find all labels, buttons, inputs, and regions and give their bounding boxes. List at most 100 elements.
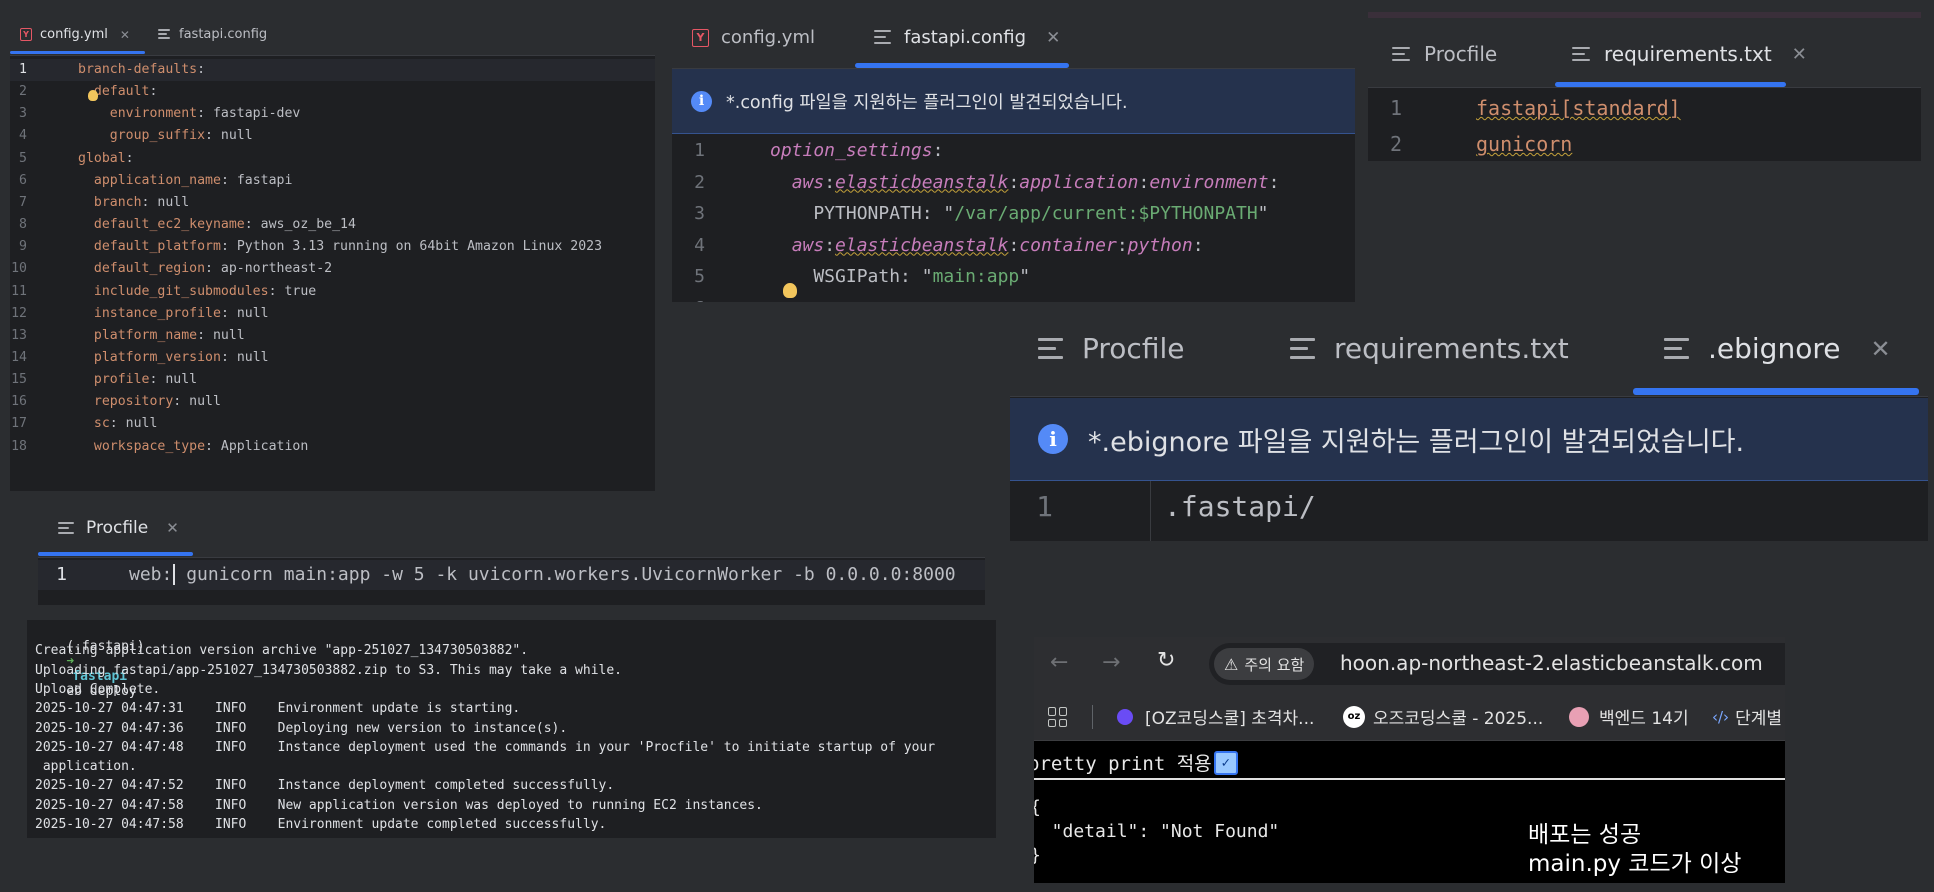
- requirements-tabbar: Procfile requirements.txt ✕: [1368, 18, 1921, 88]
- bookmark-label: 백엔드 14기: [1599, 709, 1689, 729]
- tab-requirements-txt[interactable]: requirements.txt ✕: [1572, 42, 1807, 66]
- code-token: repository: [93, 394, 174, 410]
- code-token: option_settings: [770, 140, 933, 161]
- code-token: : null: [109, 416, 158, 432]
- tab-fastapi-config[interactable]: fastapi.config ✕: [874, 27, 1060, 48]
- code-token: aws: [791, 171, 825, 193]
- bookmark-label: 오즈코딩스쿨 - 2025...: [1373, 709, 1544, 729]
- code-token: application: [1019, 171, 1139, 193]
- tab-procfile[interactable]: Procfile: [1392, 42, 1497, 66]
- text-file-icon: [1572, 46, 1590, 62]
- line-number: 9: [19, 239, 27, 255]
- close-icon[interactable]: ✕: [1046, 28, 1060, 48]
- code-text: instance_profile: null: [78, 303, 269, 325]
- code-token: web:: [129, 564, 176, 585]
- procfile-tabbar: Procfile ✕: [38, 507, 985, 558]
- bookmark-oz-bootcamp[interactable]: [OZ코딩스쿨] 초격차...: [1117, 704, 1314, 729]
- active-tab-indicator: [1633, 388, 1919, 395]
- bookmark-oz-2025[interactable]: oz 오즈코딩스쿨 - 2025...: [1343, 704, 1543, 729]
- tab-config-yml[interactable]: Y config.yml ✕: [20, 27, 130, 42]
- line-number: 17: [11, 416, 27, 432]
- ebignore-editor-panel: Procfile requirements.txt .ebignore ✕ i …: [1010, 312, 1928, 541]
- reload-icon[interactable]: ↻: [1157, 648, 1175, 673]
- code-token: : Python 3.13 running on 64bit Amazon Li…: [220, 239, 603, 255]
- back-icon[interactable]: ←: [1050, 650, 1068, 675]
- code-token: environment: [1149, 171, 1269, 193]
- close-icon[interactable]: ✕: [1870, 335, 1890, 363]
- code-line: 8 default_ec2_keyname: aws_oz_be_14: [10, 214, 356, 236]
- lightbulb-icon[interactable]: [783, 283, 797, 298]
- code-line: 11 include_git_submodules: true: [10, 281, 316, 303]
- code-token: : null: [141, 194, 190, 210]
- tab-config-yml[interactable]: Y config.yml: [692, 27, 815, 48]
- code-area[interactable]: 1 web: gunicorn main:app -w 5 -k uvicorn.…: [38, 560, 985, 605]
- line-number: 7: [19, 194, 27, 210]
- code-text: platform_name: null: [78, 325, 245, 347]
- browser-window: ← → ↻ ⚠ 주의 요함 hoon.ap-northeast-2.elasti…: [1034, 637, 1785, 883]
- code-area[interactable]: 1 fastapi[standard] 2 gunicorn: [1368, 90, 1921, 161]
- text-file-icon: [1664, 338, 1689, 359]
- code-token: branch-defaults: [78, 62, 198, 77]
- lightbulb-icon[interactable]: [88, 90, 98, 101]
- tab-label: requirements.txt: [1334, 332, 1569, 365]
- close-icon[interactable]: ✕: [166, 519, 179, 537]
- forward-icon[interactable]: →: [1102, 650, 1120, 675]
- bookmark-backend-14[interactable]: 백엔드 14기: [1569, 704, 1689, 729]
- code-line: 7 branch: null: [10, 192, 189, 214]
- line-number: 6: [672, 293, 705, 303]
- code-area[interactable]: 1 .fastapi/: [1010, 484, 1928, 541]
- code-token: default: [93, 84, 150, 100]
- tab-label: config.yml: [40, 27, 108, 42]
- terminal-output-line: 2025-10-27 04:47:36 INFO Deploying new v…: [35, 720, 568, 736]
- code-token: : null: [149, 372, 198, 388]
- terminal-panel[interactable]: (.fastapi) ➜ fastapi eb deploy Creating …: [27, 620, 996, 838]
- code-line: 1 fastapi[standard]: [1368, 90, 1681, 126]
- code-line: 15 profile: null: [10, 369, 197, 391]
- code-line: 6 application_name: fastapi: [10, 170, 292, 192]
- tab-procfile[interactable]: Procfile ✕: [58, 518, 179, 538]
- terminal-output-line: Uploading fastapi/app-251027_13473050388…: [35, 662, 622, 678]
- code-line: 4 group_suffix: null: [10, 125, 253, 147]
- code-token: sc: [93, 416, 110, 432]
- tab-fastapi-config[interactable]: fastapi.config: [158, 27, 267, 42]
- ebignore-tabbar: Procfile requirements.txt .ebignore ✕: [1010, 312, 1928, 397]
- close-icon[interactable]: ✕: [120, 28, 130, 42]
- code-token: : ap-northeast-2: [205, 261, 333, 277]
- code-token: : fastapi: [220, 172, 293, 188]
- code-text: default_ec2_keyname: aws_oz_be_14: [78, 214, 356, 236]
- code-area[interactable]: 1 branch-defaults: 2 default: 3 environment…: [10, 59, 655, 491]
- active-tab-indicator: [38, 552, 193, 556]
- url-text[interactable]: hoon.ap-northeast-2.elasticbeanstalk.com: [1340, 651, 1763, 675]
- apps-grid-icon[interactable]: [1048, 707, 1068, 727]
- code-token: : true: [268, 283, 317, 299]
- line-number: 5: [19, 150, 27, 166]
- code-area[interactable]: 1 option_settings: 2 aws:elasticbeanstalk:…: [672, 135, 1355, 302]
- code-line: 16 repository: null: [10, 391, 221, 413]
- code-text: option_settings:: [770, 135, 943, 167]
- terminal-output-line: 2025-10-27 04:47:52 INFO Instance deploy…: [35, 778, 615, 794]
- tab-ebignore[interactable]: .ebignore ✕: [1664, 332, 1891, 365]
- code-line: 1 branch-defaults:: [10, 59, 205, 81]
- tab-label: config.yml: [721, 27, 815, 48]
- tab-requirements-txt[interactable]: requirements.txt: [1290, 332, 1569, 365]
- security-chip[interactable]: ⚠ 주의 요함: [1214, 648, 1315, 680]
- close-icon[interactable]: ✕: [1792, 44, 1807, 65]
- code-token: : aws_oz_be_14: [244, 217, 356, 233]
- code-token: : fastapi-dev: [197, 106, 301, 122]
- code-line: 1 .fastapi/: [1010, 484, 1316, 530]
- code-text: branch: null: [78, 192, 189, 214]
- bookmark-steps[interactable]: ‹/› 단계별: [1712, 704, 1782, 730]
- plugin-notice-text: *.config 파일을 지원하는 플러그인이 발견되었습니다.: [726, 92, 1128, 113]
- tab-procfile[interactable]: Procfile: [1038, 332, 1184, 365]
- code-text: branch-defaults:: [78, 59, 205, 81]
- code-token: ": [1257, 203, 1269, 224]
- json-line-1: {: [1034, 797, 1041, 818]
- code-text: default_region: ap-northeast-2: [78, 258, 332, 280]
- terminal-output-line: 2025-10-27 04:47:48 INFO Instance deploy…: [35, 739, 936, 755]
- text-file-icon: [874, 30, 891, 45]
- code-token: :: [125, 150, 134, 166]
- code-text: fastapi[standard]: [1476, 90, 1681, 126]
- pretty-print-label: pretty print 적용: [1034, 753, 1212, 775]
- pretty-print-checkbox[interactable]: ✓: [1213, 750, 1238, 775]
